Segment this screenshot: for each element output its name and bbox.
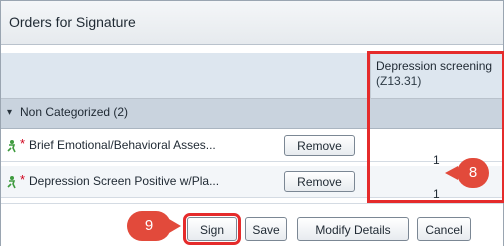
orders-column-header <box>1 53 371 99</box>
remove-button[interactable]: Remove <box>284 171 355 192</box>
remove-button[interactable]: Remove <box>284 135 355 156</box>
title-bar: Orders for Signature <box>1 1 503 45</box>
modify-details-button[interactable]: Modify Details <box>297 217 409 241</box>
save-button[interactable]: Save <box>245 217 287 241</box>
window-title: Orders for Signature <box>9 14 136 30</box>
required-marker: * <box>20 172 26 187</box>
step-callout-8: 8 <box>457 158 489 188</box>
orders-for-signature-window: Orders for Signature Depression screenin… <box>0 0 504 246</box>
order-name: Brief Emotional/Behavioral Asses... <box>29 138 216 152</box>
order-person-icon <box>7 140 16 153</box>
sign-button[interactable]: Sign <box>183 213 241 245</box>
order-name: Depression Screen Positive w/Pla... <box>29 174 220 188</box>
step-callout-9: 9 <box>127 211 171 241</box>
order-person-icon <box>7 176 16 189</box>
cancel-button[interactable]: Cancel <box>417 217 471 241</box>
group-label: Non Categorized (2) <box>20 105 129 119</box>
required-marker: * <box>20 136 26 151</box>
collapse-triangle-icon[interactable]: ▾ <box>7 107 12 118</box>
